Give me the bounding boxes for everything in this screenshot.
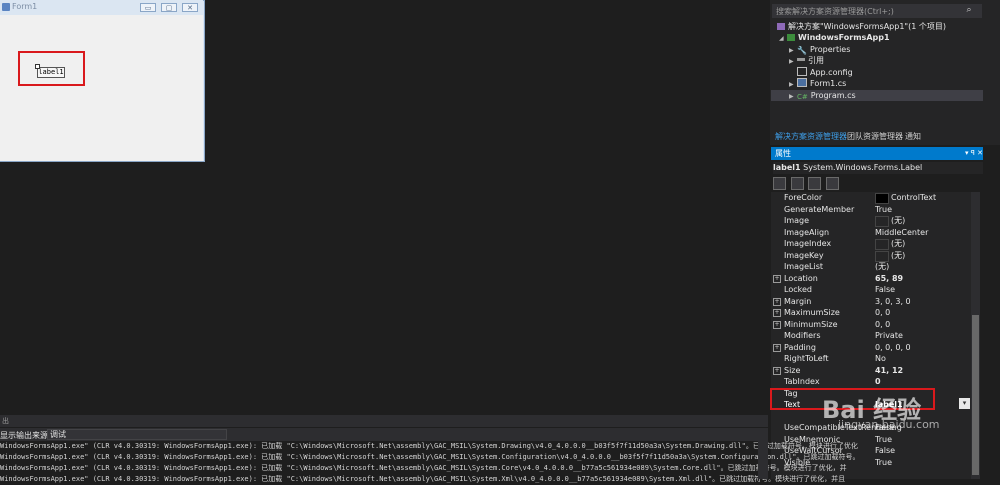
property-row-imageindex[interactable]: ImageIndex (无) [771,238,971,250]
output-scrollbar[interactable] [758,441,768,479]
collapsed-arrow-icon[interactable]: ▶ [789,56,797,67]
form-app-icon [2,3,10,11]
property-row-generatemember[interactable]: GenerateMember True [771,204,971,215]
tab-notifications[interactable]: 通知 [903,131,923,143]
color-swatch [875,193,889,204]
maximize-button[interactable]: ▢ [161,3,177,12]
config-file-icon [797,67,807,76]
close-button[interactable]: ✕ [182,3,198,12]
output-line: WindowsFormsApp1.exe" (CLR v4.0.30319: W… [0,442,858,450]
property-row-padding[interactable]: + Padding 0, 0, 0, 0 [771,342,971,353]
property-row-righttoleft[interactable]: RightToLeft No [771,353,971,364]
form-file-icon [797,78,807,87]
references-icon [797,58,805,61]
image-swatch [875,216,889,227]
properties-toolbar [773,177,873,191]
output-source-select[interactable]: 调试 [47,429,227,440]
expand-icon[interactable]: + [773,298,781,306]
expand-icon[interactable]: + [773,275,781,283]
baidu-watermark-url: jingyan.baidu.com [838,418,940,431]
form-title: Form1 [12,2,38,11]
property-row-tabindex[interactable]: TabIndex 0 [771,376,971,387]
properties-window-buttons[interactable]: ▾ ꟼ ✕ [928,147,983,160]
categorized-icon[interactable] [773,177,786,190]
property-row-minimumsize[interactable]: + MinimumSize 0, 0 [771,319,971,330]
tree-item-solution[interactable]: 解决方案"WindowsFormsApp1"(1 个项目) [777,21,946,32]
csharp-file-icon: C# [797,93,808,101]
property-grid: ForeColor ControlText GenerateMember True … [771,192,971,479]
output-line: WindowsFormsApp1.exe" (CLR v4.0.30319: W… [0,453,860,461]
expand-icon[interactable]: + [773,309,781,317]
highlight-box-label [18,51,85,86]
property-row-imagealign[interactable]: ImageAlign MiddleCenter [771,227,971,238]
alphabetical-icon[interactable] [790,177,804,190]
tree-item-references[interactable]: ▶ 引用 [789,55,824,66]
csharp-project-icon [787,34,795,41]
wrench-icon: 🔧 [797,46,807,55]
tree-item-form1[interactable]: ▶ Form1.cs [789,78,846,89]
solution-tabs: 解决方案资源管理器 团队资源管理器 通知 [771,131,1000,143]
image-swatch [875,239,889,250]
tree-item-program[interactable]: ▶ C# Program.cs [789,90,856,101]
output-text-area[interactable]: WindowsFormsApp1.exe" (CLR v4.0.30319: W… [0,441,859,483]
solution-search-input[interactable]: 搜索解决方案资源管理器(Ctrl+;) [772,4,982,18]
output-header: 出 [0,415,768,427]
property-row-size[interactable]: + Size 41, 12 [771,365,971,376]
property-row-image[interactable]: Image (无) [771,215,971,227]
output-line: WindowsFormsApp1.exe" (CLR v4.0.30319: W… [0,475,846,483]
form-client-area[interactable] [0,15,203,161]
property-row-imagelist[interactable]: ImageList (无) [771,261,971,272]
solution-icon [777,23,785,30]
property-pages-icon[interactable] [843,179,854,190]
property-row-margin[interactable]: + Margin 3, 0, 3, 0 [771,296,971,307]
dropdown-arrow-icon[interactable]: ▾ [959,398,970,409]
property-row-forecolor[interactable]: ForeColor ControlText [771,192,971,204]
property-row-maximumsize[interactable]: + MaximumSize 0, 0 [771,307,971,318]
expanded-arrow-icon[interactable]: ◢ [779,33,787,44]
properties-icon[interactable] [808,177,822,190]
expand-icon[interactable]: + [773,321,781,329]
properties-object-selector[interactable]: label1 System.Windows.Forms.Label [773,162,983,174]
property-row-modifiers[interactable]: Modifiers Private [771,330,971,341]
collapsed-arrow-icon[interactable]: ▶ [789,79,797,90]
property-row-location[interactable]: + Location 65, 89 [771,273,971,284]
tree-item-project[interactable]: ◢ WindowsFormsApp1 [779,32,890,43]
tab-team-explorer[interactable]: 团队资源管理器 [845,131,905,143]
property-row-imagekey[interactable]: ImageKey (无) [771,250,971,262]
tree-item-appconfig[interactable]: App.config [797,67,853,78]
collapsed-arrow-icon[interactable]: ▶ [789,91,797,102]
magnifier-icon[interactable]: ⌕ [962,4,976,18]
events-icon[interactable] [825,177,839,190]
object-type: System.Windows.Forms.Label [803,163,923,172]
output-line: WindowsFormsApp1.exe" (CLR v4.0.30319: W… [0,464,847,472]
minimize-button[interactable]: ▭ [140,3,156,12]
expand-icon[interactable]: + [773,344,781,352]
tree-item-properties[interactable]: ▶ 🔧 Properties [789,44,850,55]
properties-scroll-thumb[interactable] [972,315,979,475]
object-name: label1 [773,163,801,172]
expand-icon[interactable]: + [773,367,781,375]
property-row-locked[interactable]: Locked False [771,284,971,295]
tab-solution-explorer[interactable]: 解决方案资源管理器 [773,131,849,143]
